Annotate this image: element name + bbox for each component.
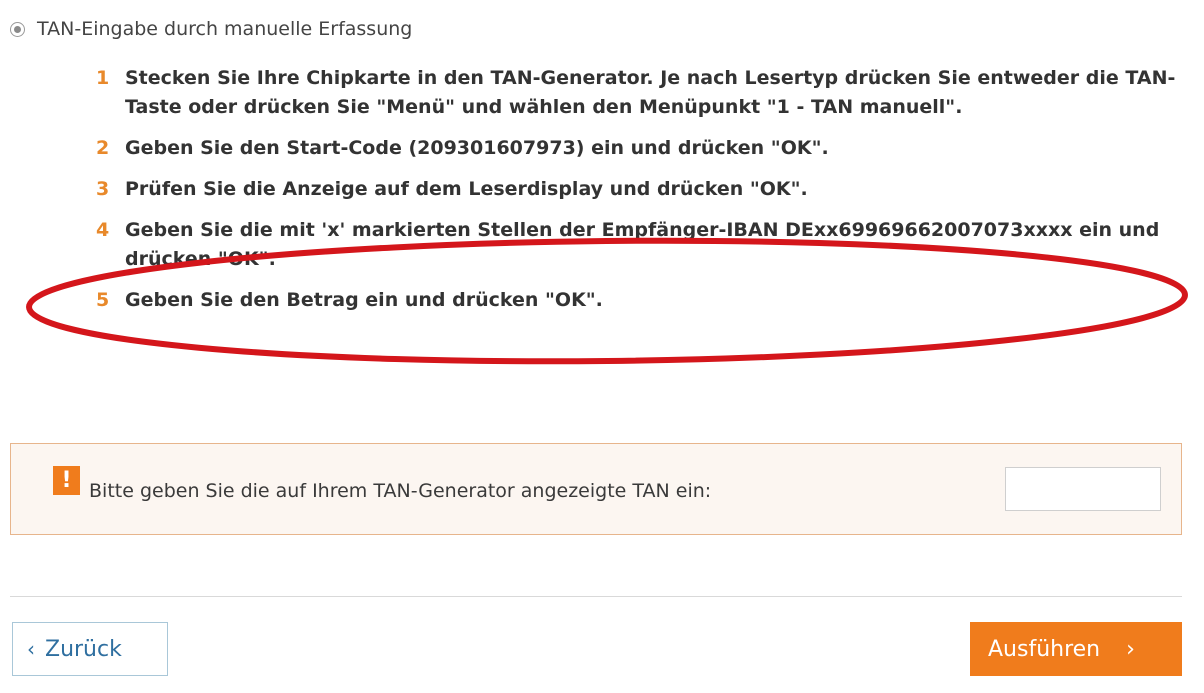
manual-tan-option[interactable]: TAN-Eingabe durch manuelle Erfassung <box>10 18 412 40</box>
tan-input[interactable] <box>1005 467 1161 511</box>
step-item: 5 Geben Sie den Betrag ein und drücken "… <box>96 286 1186 315</box>
step-text: Geben Sie die mit 'x' markierten Stellen… <box>125 219 1160 270</box>
back-button-label: Zurück <box>45 636 122 662</box>
tan-entry-page: TAN-Eingabe durch manuelle Erfassung 1 S… <box>0 0 1204 693</box>
step-text: Prüfen Sie die Anzeige auf dem Leserdisp… <box>125 178 808 200</box>
execute-button[interactable]: Ausführen › <box>970 622 1182 676</box>
step-number: 4 <box>96 219 110 241</box>
step-item: 4 Geben Sie die mit 'x' markierten Stell… <box>96 216 1186 274</box>
step-number: 2 <box>96 137 110 159</box>
chevron-left-icon: ‹ <box>27 637 35 661</box>
tan-entry-box: ! Bitte geben Sie die auf Ihrem TAN-Gene… <box>10 443 1182 535</box>
step-text: Stecken Sie Ihre Chipkarte in den TAN-Ge… <box>125 67 1176 118</box>
manual-tan-option-label: TAN-Eingabe durch manuelle Erfassung <box>37 18 413 40</box>
step-number: 1 <box>96 67 110 89</box>
radio-button[interactable] <box>10 21 25 37</box>
back-button[interactable]: ‹ Zurück <box>12 622 168 676</box>
instruction-steps: 1 Stecken Sie Ihre Chipkarte in den TAN-… <box>96 64 1186 327</box>
step-text: Geben Sie den Betrag ein und drücken "OK… <box>125 289 603 311</box>
step-number: 5 <box>96 289 110 311</box>
step-number: 3 <box>96 178 110 200</box>
warning-icon: ! <box>53 466 80 495</box>
step-item: 2 Geben Sie den Start-Code (209301607973… <box>96 134 1186 163</box>
step-text: Geben Sie den Start-Code (209301607973) … <box>125 137 829 159</box>
step-item: 1 Stecken Sie Ihre Chipkarte in den TAN-… <box>96 64 1186 122</box>
divider <box>10 596 1182 597</box>
execute-button-label: Ausführen <box>988 636 1101 662</box>
radio-selected-dot <box>14 25 21 33</box>
tan-prompt-label: Bitte geben Sie die auf Ihrem TAN-Genera… <box>89 480 712 502</box>
step-item: 3 Prüfen Sie die Anzeige auf dem Leserdi… <box>96 175 1186 204</box>
chevron-right-icon: › <box>1126 636 1135 662</box>
